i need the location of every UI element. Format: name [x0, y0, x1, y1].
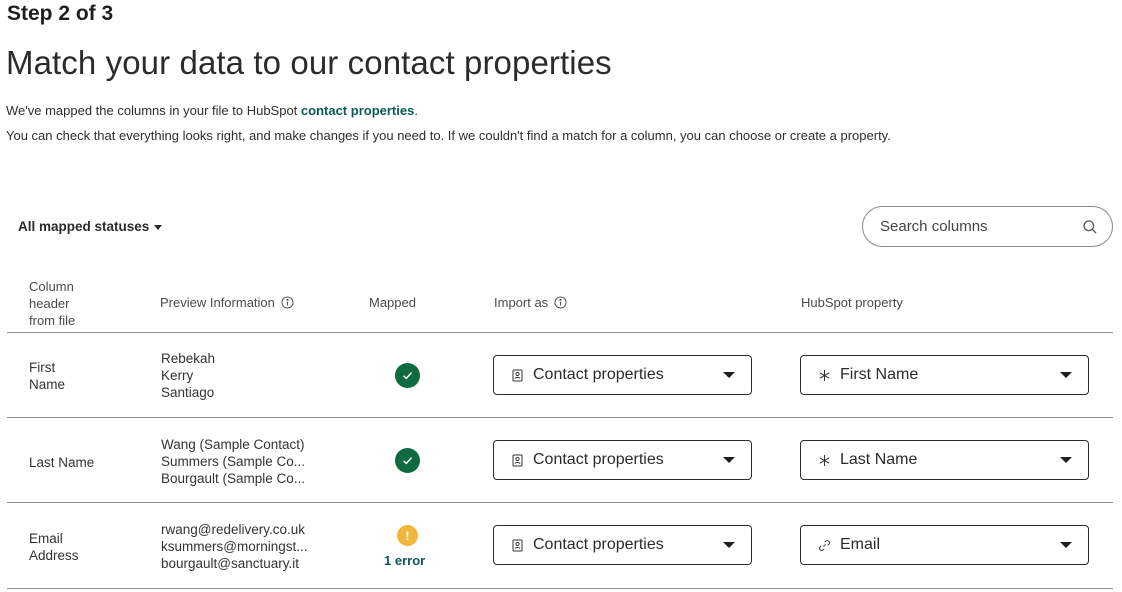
- property-label: First Name: [840, 366, 919, 383]
- hubspot-property-dropdown[interactable]: Email: [800, 525, 1089, 565]
- column-name-line: Name: [29, 377, 66, 392]
- column-header-line: from file: [29, 313, 76, 328]
- preview-value: Bourgault (Sample Co...: [161, 471, 306, 486]
- preview-value: Wang (Sample Contact): [161, 437, 305, 452]
- import-as-dropdown[interactable]: Contact properties: [493, 355, 752, 395]
- preview-values: Rebekah Kerry Santiago: [161, 350, 215, 401]
- column-name-line: Last Name: [29, 455, 95, 470]
- contact-book-icon: [512, 539, 523, 551]
- caret-down-icon: [1060, 457, 1072, 463]
- table-row: First Name Rebekah Kerry Santiago Contac…: [0, 333, 1122, 418]
- import-as-dropdown[interactable]: Contact properties: [493, 525, 752, 565]
- column-name: Last Name: [29, 454, 94, 471]
- info-icon[interactable]: [554, 296, 567, 309]
- column-header-preview: Preview Information: [160, 295, 294, 310]
- search-icon[interactable]: [1082, 219, 1098, 235]
- hubspot-property-dropdown[interactable]: First Name: [800, 355, 1089, 395]
- mapped-check-icon: [395, 448, 420, 473]
- preview-value: Rebekah: [161, 351, 216, 366]
- caret-down-icon: [723, 457, 735, 463]
- asterisk-icon: [819, 454, 830, 466]
- intro-text: We've mapped the columns in your file to…: [6, 103, 418, 118]
- contact-book-icon: [512, 369, 523, 381]
- property-label: Last Name: [840, 451, 918, 468]
- preview-value: Kerry: [161, 368, 194, 383]
- contact-book-icon: [512, 454, 523, 466]
- preview-value: rwang@redelivery.co.uk: [161, 522, 306, 537]
- import-as-value: Contact properties: [511, 366, 723, 384]
- caret-down-icon: [1060, 372, 1072, 378]
- caret-down-icon: [723, 542, 735, 548]
- filter-label: All mapped statuses: [18, 219, 150, 234]
- property-value: First Name: [818, 366, 1060, 384]
- info-icon[interactable]: [281, 296, 294, 309]
- warning-symbol: !: [405, 528, 410, 543]
- intro-text-line2: You can check that everything looks righ…: [6, 128, 891, 143]
- mapped-status-filter[interactable]: All mapped statuses: [18, 219, 163, 234]
- column-name-line: Address: [29, 548, 79, 563]
- import-as-value: Contact properties: [511, 536, 723, 554]
- preview-values: rwang@redelivery.co.uk ksummers@mornings…: [161, 521, 307, 572]
- column-header-import-as: Import as: [494, 295, 567, 310]
- column-header-source: Column header from file: [29, 278, 75, 329]
- property-value: Email: [818, 536, 1060, 554]
- preview-value: Santiago: [161, 385, 215, 400]
- row-divider: [7, 588, 1113, 589]
- page-title: Match your data to our contact propertie…: [6, 44, 612, 81]
- warning-icon: !: [397, 525, 418, 546]
- column-name-line: First: [29, 360, 56, 375]
- hubspot-property-dropdown[interactable]: Last Name: [800, 440, 1089, 480]
- error-count-link[interactable]: 1 error: [384, 553, 425, 568]
- caret-down-icon: [1060, 542, 1072, 548]
- column-name: Email Address: [29, 530, 79, 564]
- preview-values: Wang (Sample Contact) Summers (Sample Co…: [161, 436, 305, 487]
- link-icon: [819, 539, 830, 551]
- intro-prefix: We've mapped the columns in your file to…: [6, 103, 301, 118]
- column-header-hubspot-property: HubSpot property: [801, 295, 903, 310]
- property-label: Email: [840, 536, 881, 553]
- column-name: First Name: [29, 359, 65, 393]
- asterisk-icon: [819, 369, 830, 381]
- table-row: Last Name Wang (Sample Contact) Summers …: [0, 418, 1122, 503]
- table-row: Email Address rwang@redelivery.co.uk ksu…: [0, 503, 1122, 588]
- import-as-label: Contact properties: [533, 366, 664, 383]
- column-header-line: Column: [29, 279, 74, 294]
- caret-down-icon: [154, 224, 163, 230]
- import-header-label: Import as: [494, 295, 549, 310]
- search-box[interactable]: [862, 206, 1113, 247]
- import-as-dropdown[interactable]: Contact properties: [493, 440, 752, 480]
- column-header-mapped: Mapped: [369, 295, 416, 310]
- contact-properties-link[interactable]: contact properties: [301, 103, 414, 118]
- preview-value: bourgault@sanctuary.it: [161, 556, 300, 571]
- caret-down-icon: [723, 372, 735, 378]
- mapped-check-icon: [395, 363, 420, 388]
- step-indicator: Step 2 of 3: [7, 2, 114, 25]
- preview-value: Summers (Sample Co...: [161, 454, 306, 469]
- import-as-label: Contact properties: [533, 536, 664, 553]
- column-name-line: Email: [29, 531, 63, 546]
- search-input[interactable]: [880, 218, 1082, 235]
- import-as-label: Contact properties: [533, 451, 664, 468]
- intro-suffix: .: [414, 103, 418, 118]
- import-as-value: Contact properties: [511, 451, 723, 469]
- column-header-line: header: [29, 296, 70, 311]
- property-value: Last Name: [818, 451, 1060, 469]
- preview-value: ksummers@morningst...: [161, 539, 308, 554]
- preview-header-label: Preview Information: [160, 295, 275, 310]
